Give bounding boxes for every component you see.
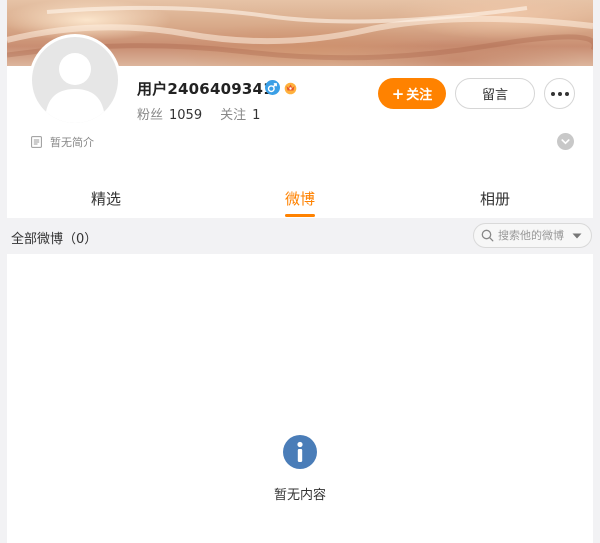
fans-count: 1059 xyxy=(169,108,203,123)
plus-icon: + xyxy=(391,84,405,103)
chevron-down-icon[interactable] xyxy=(557,133,574,150)
profile-stats: 粉丝 1059 关注 1 xyxy=(137,104,260,123)
all-posts-filter[interactable]: 全部微博（0） xyxy=(11,228,97,247)
tab-featured[interactable]: 精选 xyxy=(91,188,121,209)
bio: 暂无简介 xyxy=(31,134,94,150)
tab-weibo[interactable]: 微博 xyxy=(285,188,315,209)
message-button[interactable]: 留言 xyxy=(455,78,535,109)
default-avatar-icon xyxy=(45,53,105,123)
username: 用户2406409341 xyxy=(137,80,274,98)
fans-stat[interactable]: 粉丝 1059 xyxy=(137,108,202,123)
avatar[interactable] xyxy=(29,34,121,126)
message-button-label: 留言 xyxy=(481,88,508,103)
info-icon xyxy=(283,435,317,469)
filter-bar: 全部微博（0） xyxy=(7,218,593,254)
caret-down-icon xyxy=(572,233,582,238)
search-icon xyxy=(481,229,494,242)
bio-text: 暂无简介 xyxy=(50,136,94,149)
empty-state: 暂无内容 xyxy=(7,254,593,543)
profile-page: 用户2406409341 粉丝 1059 关注 1 + 关注 留言 暂无简介 精… xyxy=(7,0,593,543)
active-tab-indicator xyxy=(285,214,315,217)
following-stat[interactable]: 关注 1 xyxy=(220,108,260,123)
male-icon xyxy=(265,80,280,95)
post-search[interactable] xyxy=(473,223,592,248)
search-input[interactable] xyxy=(498,229,568,242)
tab-album[interactable]: 相册 xyxy=(480,188,510,209)
follow-button-label: 关注 xyxy=(406,88,433,103)
following-label: 关注 xyxy=(220,108,247,123)
follow-button[interactable]: + 关注 xyxy=(378,78,446,109)
profile-tabs: 精选 微博 相册 xyxy=(7,180,593,218)
fans-label: 粉丝 xyxy=(137,108,164,123)
crown-badge-icon[interactable] xyxy=(283,80,298,95)
more-button[interactable] xyxy=(544,78,575,109)
more-dots-icon xyxy=(550,91,569,96)
document-icon xyxy=(31,136,42,148)
empty-state-message: 暂无内容 xyxy=(273,488,326,503)
following-count: 1 xyxy=(252,108,261,123)
